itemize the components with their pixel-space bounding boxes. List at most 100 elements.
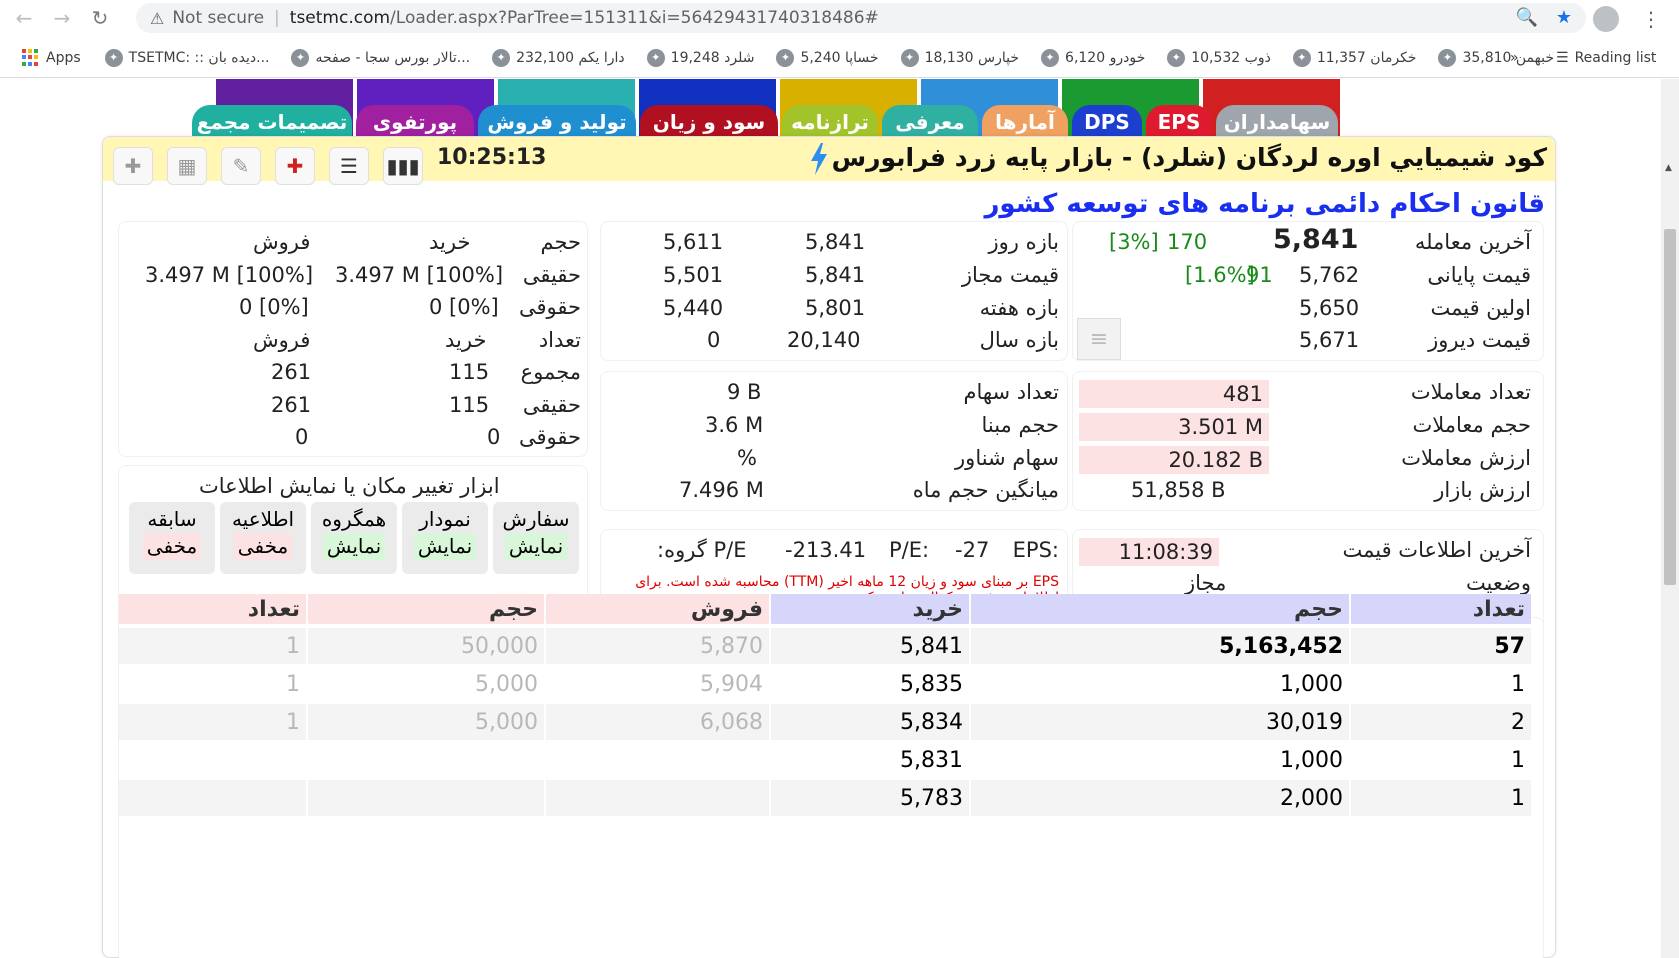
orderbook-buy-count: 2 <box>1511 709 1525 735</box>
bookmark-item[interactable]: ✦ خبهمن 35,810 <box>1438 48 1554 67</box>
tab-item[interactable]: سهامداران <box>1216 105 1338 139</box>
page-scrollbar[interactable]: ▲ <box>1661 79 1679 958</box>
reading-list-button[interactable]: ☰ Reading list <box>1556 50 1656 66</box>
bookmark-item[interactable]: ✦ خودرو 6,120 <box>1041 48 1145 67</box>
float-label: سهام شناور <box>955 446 1059 470</box>
shares-count-label: تعداد سهام <box>963 380 1059 404</box>
bookmark-item[interactable]: ✦ تالار بورس سجا - صفحه... <box>291 48 470 67</box>
shares-box: تعداد سهام 9 B حجم مبنا 3.6 M سهام شناور… <box>600 371 1068 511</box>
tab-item[interactable]: تولید و فروش <box>478 105 636 139</box>
not-secure-label: Not secure <box>172 8 265 28</box>
zoom-icon[interactable]: 🔍 <box>1515 7 1537 28</box>
orderbook-buy-price: 5,783 <box>900 785 963 811</box>
bookmark-item[interactable]: ✦ خساپا 5,240 <box>776 48 879 67</box>
real-buy-volume: 3.497 M [100%] <box>335 263 504 287</box>
bookmark-item[interactable]: ✦ خکرمان 11,357 <box>1292 48 1416 67</box>
tab-item[interactable]: DPS <box>1072 105 1142 139</box>
year-range-high: 20,140 <box>787 328 861 352</box>
orderbook-buy-price: 5,831 <box>900 747 963 773</box>
bookmark-favicon-icon: ✦ <box>1438 48 1457 67</box>
bar-chart-icon: ▮▮▮ <box>386 154 420 178</box>
real-sell-volume: 3.497 M [100%] <box>145 263 314 287</box>
browser-toolbar: ← → ↻ ⚠ Not secure | tsetmc.com /Loader.… <box>0 0 1679 36</box>
orderbook-sell-count: 1 <box>286 709 300 735</box>
tab-item[interactable]: تصمیمات مجمع <box>192 105 352 139</box>
edit-button[interactable]: ✎ <box>221 147 261 185</box>
orderbook-sell-vol: 5,000 <box>475 671 538 697</box>
trend-button[interactable]: ✚ <box>275 147 315 185</box>
buy-price-header: خرید <box>771 594 969 624</box>
more-bookmarks-button[interactable]: » <box>1510 50 1519 66</box>
bookmark-favicon-icon: ✦ <box>1041 48 1060 67</box>
tab-item[interactable]: EPS <box>1146 105 1212 139</box>
tab-item[interactable]: آمارها <box>982 105 1068 139</box>
close-value: 5,762 <box>1299 263 1360 287</box>
table-row: 57 5,163,452 5,841 5,870 50,000 1 <box>119 628 1531 664</box>
orderbook-buy-vol: 2,000 <box>1280 785 1343 811</box>
bookmark-item[interactable]: ✦ ذوب 10,532 <box>1167 48 1271 67</box>
bookmark-star-icon[interactable]: ★ <box>1556 7 1572 28</box>
scroll-up-icon[interactable]: ▲ <box>1665 163 1675 173</box>
edit-icon: ✎ <box>232 154 250 178</box>
bookmark-favicon-icon: ✦ <box>1292 48 1311 67</box>
add-button[interactable]: ✚ <box>113 147 153 185</box>
legal-count-buy: 0 <box>487 425 501 449</box>
investors-vol-header: حجم <box>540 230 581 254</box>
plus-icon: ✚ <box>124 154 142 178</box>
tabs-strip: سهامداران EPS DPS آمارها معرفی ترازنامه سود و … <box>192 79 1433 139</box>
shares-count-value: 9 B <box>727 380 762 404</box>
tab-item[interactable]: معرفی <box>882 105 978 139</box>
bookmark-item[interactable]: ✦ TSETMC: :: دیده بان... <box>104 48 269 67</box>
week-range-high: 5,801 <box>805 296 866 320</box>
toggle-button[interactable]: اطلاعیه مخفی <box>220 502 306 574</box>
list-button[interactable]: ☰ <box>329 147 369 185</box>
real-count-sell: 261 <box>271 393 312 417</box>
sell-volume-header: حجم <box>308 594 544 624</box>
bookmark-item[interactable]: ✦ شلرد 19,248 <box>646 48 754 67</box>
symbol-subtitle: قانون احکام دائمی برنامه های توسعه کشور <box>984 189 1545 219</box>
trades-value-label: ارزش معاملات <box>1401 446 1531 470</box>
bookmark-favicon-icon: ✦ <box>291 48 310 67</box>
bookmark-item[interactable]: ✦ دارا یکم 232,100 <box>492 48 625 67</box>
scroll-thumb[interactable] <box>1664 229 1676 585</box>
bookmarks-bar: Apps ✦ TSETMC: :: دیده بان... ✦ تالار بورس … <box>0 38 1679 78</box>
settings-sliders-icon[interactable]: ≡ <box>1077 318 1121 360</box>
toggle-button[interactable]: سابقه مخفی <box>129 502 215 574</box>
forward-arrow-icon[interactable]: → <box>48 4 76 32</box>
bookmark-item[interactable]: ✦ خپارس 18,130 <box>900 48 1019 67</box>
address-bar[interactable]: ⚠ Not secure | tsetmc.com /Loader.aspx?P… <box>136 3 1586 33</box>
day-range-label: بازه روز <box>988 230 1060 254</box>
calculator-button[interactable]: ▦ <box>167 147 207 185</box>
url-host: tsetmc.com <box>289 8 391 28</box>
week-range-label: بازه هفته <box>979 296 1059 320</box>
status-label: وضعیت <box>1465 571 1531 595</box>
chart-bars-button[interactable]: ▮▮▮ <box>383 147 423 185</box>
investors-count-buy-header: خرید <box>445 328 487 352</box>
tab-item[interactable]: سود و زیان <box>640 105 778 139</box>
float-value: % <box>737 446 757 470</box>
toggle-button[interactable]: نمودار نمایش <box>402 502 488 574</box>
sell-price-header: فروش <box>546 594 769 624</box>
menu-kebab-icon[interactable]: ⋮ <box>1641 7 1661 31</box>
orderbook-sell-vol <box>308 780 544 816</box>
yesterday-price-value: 5,671 <box>1299 328 1360 352</box>
orderbook-sell-vol <box>308 742 544 778</box>
week-range-low: 5,440 <box>663 296 724 320</box>
back-arrow-icon[interactable]: ← <box>10 4 38 32</box>
orderbook-sell-count <box>119 780 306 816</box>
lightning-icon <box>811 143 827 175</box>
toggle-button[interactable]: سفارش نمایش <box>493 502 579 574</box>
tab-item[interactable]: ترازنامه <box>782 105 878 139</box>
tab-item[interactable]: پورتفوی <box>356 105 474 139</box>
apps-bookmark[interactable]: Apps <box>22 48 81 67</box>
profile-avatar[interactable] <box>1593 6 1619 32</box>
trades-volume-value: 3.501 M <box>1079 413 1269 441</box>
orderbook-buy-price: 5,841 <box>900 633 963 659</box>
pe-label: P/E: <box>889 538 930 562</box>
close-pct: [1.6%] <box>1185 263 1255 287</box>
orderbook-sell-count: 1 <box>286 671 300 697</box>
url-path: /Loader.aspx?ParTree=151311&i=5642943174… <box>390 8 879 28</box>
toggle-button[interactable]: همگروه نمایش <box>311 502 397 574</box>
orderbook-sell-price <box>546 780 769 816</box>
reload-icon[interactable]: ↻ <box>86 4 114 32</box>
